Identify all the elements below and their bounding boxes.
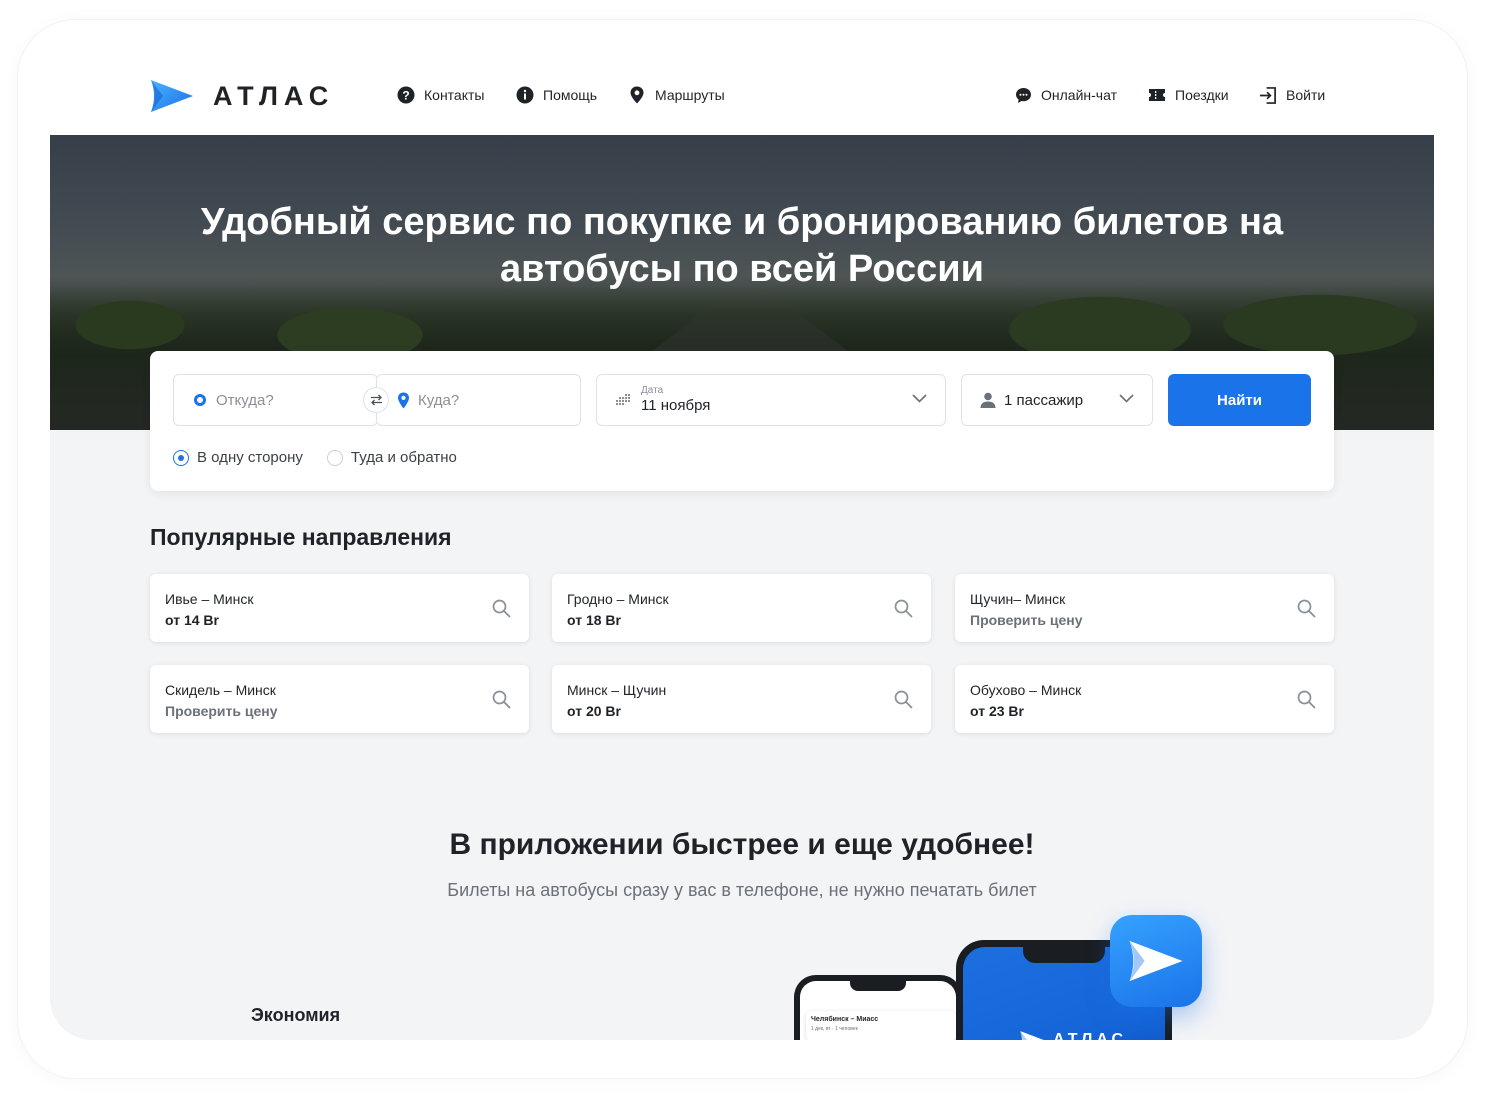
route-card[interactable]: Гродно – Минск от 18 Br <box>552 574 931 642</box>
phone-notch <box>850 981 906 991</box>
route-name: Скидель – Минск <box>165 682 276 698</box>
radio-one-way[interactable]: В одну сторону <box>173 449 303 466</box>
date-label: Дата <box>641 385 664 396</box>
search-icon <box>1297 599 1316 618</box>
origin-dot-icon <box>194 394 206 406</box>
popular-title: Популярные направления <box>150 524 452 550</box>
chevron-down-icon <box>1119 394 1134 403</box>
chat-bubble-icon <box>1014 86 1032 104</box>
to-field[interactable] <box>376 374 581 426</box>
route-card[interactable]: Минск – Щучин от 20 Br <box>552 665 931 733</box>
search-icon <box>492 690 511 709</box>
nav-routes[interactable]: Маршруты <box>628 86 725 104</box>
search-icon <box>1297 690 1316 709</box>
nav-help-label: Помощь <box>543 87 598 103</box>
nav-contacts[interactable]: ? Контакты <box>397 86 484 104</box>
search-icon <box>492 599 511 618</box>
route-card[interactable]: Скидель – Минск Проверить цену <box>150 665 529 733</box>
radio-round-trip[interactable]: Туда и обратно <box>326 449 457 466</box>
radio-checked-icon <box>173 449 189 466</box>
nav-online-chat-label: Онлайн-чат <box>1041 87 1117 103</box>
route-card[interactable]: Ивье – Минск от 14 Br <box>150 574 529 642</box>
passengers-field[interactable]: 1 пассажир <box>961 374 1153 426</box>
swap-direction-button[interactable] <box>363 387 389 413</box>
phone-route-card: Челябинск – Миасс 1 дек, вт · 1 человек <box>806 1011 956 1040</box>
phone-route-title: Челябинск – Миасс <box>811 1016 879 1023</box>
nav-contacts-label: Контакты <box>424 87 485 103</box>
radio-unchecked-icon <box>326 449 343 466</box>
route-name: Ивье – Минск <box>165 591 254 607</box>
feature-title: Экономия <box>251 1005 341 1025</box>
nav-login-label: Войти <box>1286 87 1326 103</box>
route-card[interactable]: Обухово – Минск от 23 Br <box>955 665 1334 733</box>
route-price: Проверить цену <box>970 612 1083 628</box>
nav-trips-label: Поездки <box>1175 87 1229 103</box>
radio-one-way-label: В одну сторону <box>197 449 303 466</box>
info-circle-icon <box>516 86 534 104</box>
calendar-icon <box>616 393 631 407</box>
nav-help[interactable]: Помощь <box>516 86 597 104</box>
nav-routes-label: Маршруты <box>655 87 725 103</box>
passengers-value: 1 пассажир <box>1004 391 1084 409</box>
nav-login[interactable]: Войти <box>1259 86 1325 104</box>
phone-logo: АТЛАС <box>1019 1030 1127 1040</box>
hero-title: Удобный сервис по покупке и бронированию… <box>50 199 1434 293</box>
hero-title-line1: Удобный сервис по покупке и бронированию… <box>200 201 1284 243</box>
hero-title-line2: автобусы по всей России <box>499 248 985 290</box>
find-button[interactable]: Найти <box>1168 374 1311 426</box>
route-name: Обухово – Минск <box>970 682 1082 698</box>
phone-back-screen: Челябинск – Миасс 1 дек, вт · 1 человек <box>800 981 956 1040</box>
question-circle-icon: ? <box>397 86 415 104</box>
route-price: Проверить цену <box>165 703 278 719</box>
nav-online-chat[interactable]: Онлайн-чат <box>1014 86 1117 104</box>
route-name: Щучин– Минск <box>970 591 1066 607</box>
map-pin-icon <box>628 86 646 104</box>
search-form: Дата 11 ноября 1 пассажир Найти В одну с… <box>150 351 1334 491</box>
chevron-down-icon <box>912 394 927 403</box>
logo-play-icon <box>151 80 193 112</box>
top-header: АТЛАС ? Контакты Помощь Маршруты Онлайн-… <box>50 50 1434 135</box>
from-field[interactable] <box>173 374 378 426</box>
trip-type-group: В одну сторону Туда и обратно <box>173 449 481 466</box>
route-name: Минск – Щучин <box>567 682 667 698</box>
search-icon <box>894 690 913 709</box>
route-price: от 14 Br <box>165 612 219 628</box>
to-input[interactable] <box>418 391 558 409</box>
app-icon <box>1110 915 1202 1007</box>
brand-name: АТЛАС <box>213 80 335 111</box>
phone-logo-text: АТЛАС <box>1053 1031 1128 1040</box>
phone-notch <box>1023 947 1105 963</box>
brand-logo[interactable]: АТЛАС <box>149 78 334 114</box>
route-price: от 23 Br <box>970 703 1024 719</box>
logo-play-icon <box>1129 940 1183 982</box>
route-price: от 18 Br <box>567 612 621 628</box>
nav-trips[interactable]: Поездки <box>1148 86 1229 104</box>
phone-mockup-back: Челябинск – Миасс 1 дек, вт · 1 человек <box>794 975 962 1040</box>
login-icon <box>1259 86 1277 104</box>
radio-round-trip-label: Туда и обратно <box>350 449 457 466</box>
app-promo-title: В приложении быстрее и еще удобнее! <box>449 828 1035 861</box>
from-input[interactable] <box>216 391 356 409</box>
swap-arrows-icon <box>370 394 382 406</box>
search-icon <box>894 599 913 618</box>
date-field[interactable]: Дата 11 ноября <box>596 374 946 426</box>
page: АТЛАС ? Контакты Помощь Маршруты Онлайн-… <box>50 50 1434 1040</box>
route-price: от 20 Br <box>567 703 621 719</box>
ticket-icon <box>1148 86 1166 104</box>
phone-route-sub: 1 дек, вт · 1 человек <box>811 1026 858 1032</box>
destination-pin-icon <box>397 392 410 409</box>
date-value: 11 ноября <box>641 397 711 414</box>
app-promo-subtitle: Билеты на автобусы сразу у вас в телефон… <box>447 880 1037 900</box>
user-icon <box>980 392 996 408</box>
svg-text:?: ? <box>402 89 409 103</box>
logo-play-icon <box>1020 1031 1044 1040</box>
route-card[interactable]: Щучин– Минск Проверить цену <box>955 574 1334 642</box>
route-name: Гродно – Минск <box>567 591 669 607</box>
